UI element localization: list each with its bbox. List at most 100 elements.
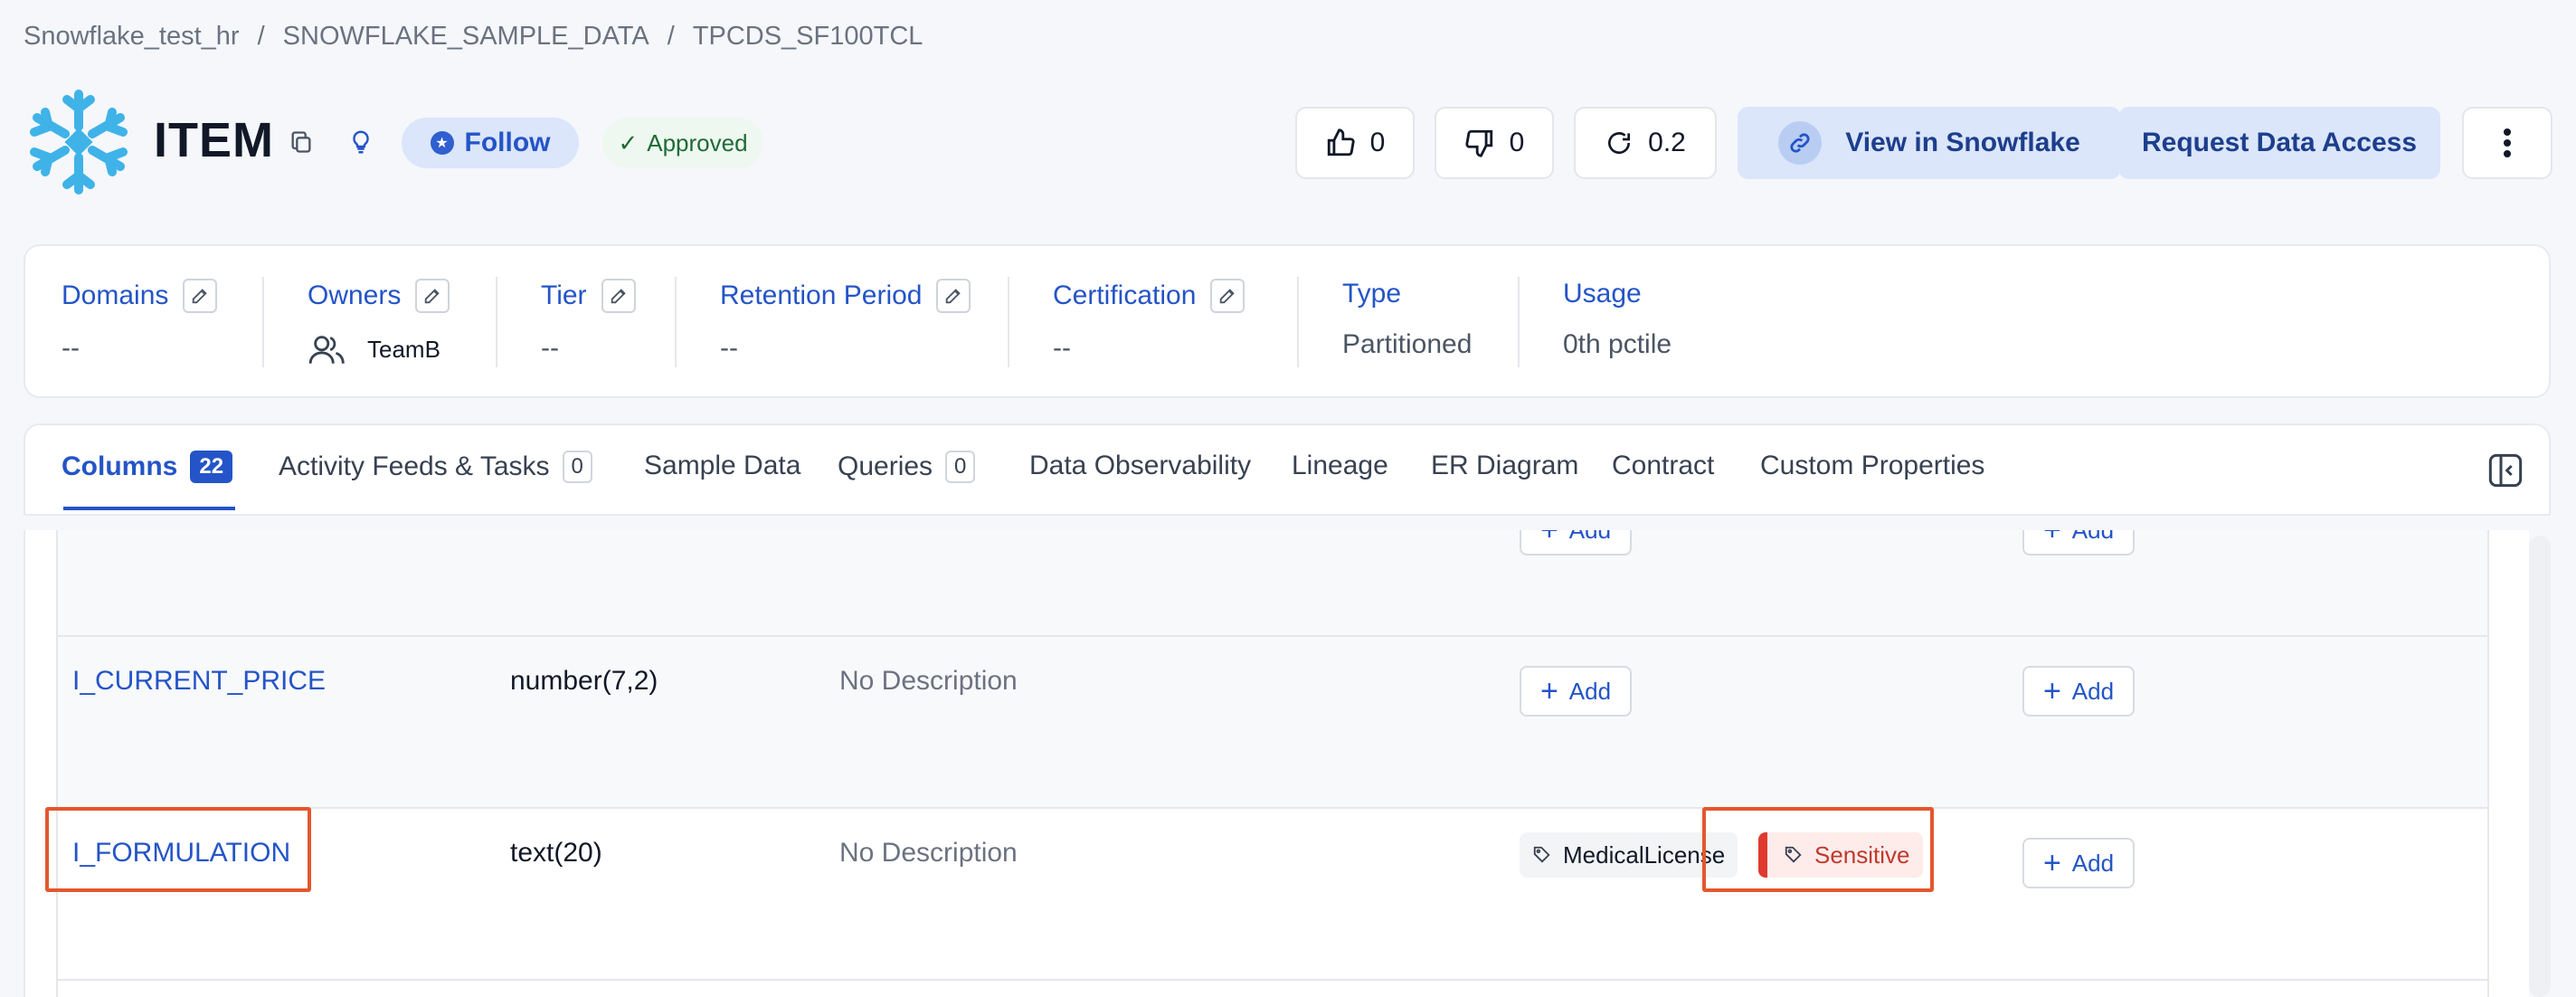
table-row: I_CURRENT_PRICE number(7,2) No Descripti…	[58, 637, 2487, 809]
column-name-link[interactable]: I_CURRENT_PRICE	[72, 666, 326, 697]
breadcrumb-item-service[interactable]: Snowflake_test_hr	[24, 22, 240, 52]
property-divider	[262, 277, 264, 367]
approved-badge: ✓ Approved	[602, 118, 763, 168]
breadcrumb-separator: /	[257, 22, 265, 51]
tab-contract[interactable]: Contract	[1612, 451, 1714, 481]
tab-label: Lineage	[1292, 451, 1388, 480]
owners-value[interactable]: TeamB	[308, 333, 450, 366]
add-label: Add	[2072, 530, 2114, 545]
tab-custom-properties[interactable]: Custom Properties	[1760, 451, 1984, 481]
properties-card: Domains -- Owners TeamB Tier -- Retentio…	[24, 244, 2551, 398]
property-divider	[675, 277, 677, 367]
domains-value: --	[62, 333, 80, 363]
approved-label: Approved	[647, 128, 748, 157]
owners-label: Owners	[308, 280, 402, 310]
edit-retention-icon[interactable]	[936, 279, 971, 313]
follow-label: Follow	[464, 128, 551, 157]
edit-owners-icon[interactable]	[415, 279, 450, 313]
version-button[interactable]: 0.2	[1574, 107, 1717, 179]
tag-label: MedicalLicense	[1563, 840, 1726, 869]
tab-label: Custom Properties	[1760, 451, 1985, 480]
breadcrumb-item-database[interactable]: SNOWFLAKE_SAMPLE_DATA	[283, 22, 649, 52]
tab-bar: Columns 22 Activity Feeds & Tasks 0 Samp…	[24, 423, 2551, 516]
certification-label: Certification	[1053, 280, 1197, 310]
columns-table: +Add +Add I_CURRENT_PRICE number(7,2) No…	[56, 530, 2489, 997]
tab-count-badge: 22	[190, 451, 233, 483]
vertical-dots-icon	[2504, 128, 2511, 157]
add-glossary-button[interactable]: +Add	[2022, 838, 2135, 888]
tier-label: Tier	[541, 280, 587, 310]
domains-label: Domains	[62, 280, 169, 310]
add-tag-button[interactable]: +Add	[1520, 666, 1632, 717]
property-divider	[1518, 277, 1520, 367]
usage-value: 0th pctile	[1563, 329, 1672, 359]
owners-property: Owners TeamB	[308, 279, 450, 366]
entity-header: ITEM ★ Follow ✓ Approved 0 0 0.2 View in…	[24, 87, 2552, 199]
tab-label: ER Diagram	[1431, 451, 1579, 480]
tab-count-badge: 0	[945, 451, 976, 483]
view-in-snowflake-button[interactable]: View in Snowflake	[1738, 107, 2121, 179]
request-data-access-button[interactable]: Request Data Access	[2118, 107, 2440, 179]
tab-sample-data[interactable]: Sample Data	[644, 451, 800, 481]
copy-icon[interactable]	[284, 125, 318, 159]
more-options-button[interactable]	[2462, 107, 2552, 179]
column-description: No Description	[839, 838, 1018, 868]
edit-certification-icon[interactable]	[1210, 279, 1245, 313]
tag-icon	[1533, 846, 1550, 863]
thumbs-down-icon	[1465, 129, 1492, 157]
certification-property: Certification --	[1053, 279, 1245, 364]
follow-button[interactable]: ★ Follow	[402, 118, 579, 168]
column-data-type: text(20)	[510, 838, 602, 868]
tab-count-badge: 0	[562, 451, 592, 483]
breadcrumb: Snowflake_test_hr / SNOWFLAKE_SAMPLE_DAT…	[24, 22, 923, 52]
retention-period-property: Retention Period --	[720, 279, 971, 364]
tab-label: Data Observability	[1029, 451, 1252, 480]
breadcrumb-item-schema[interactable]: TPCDS_SF100TCL	[693, 22, 923, 52]
link-icon	[1778, 121, 1823, 165]
breadcrumb-separator: /	[667, 22, 675, 51]
team-icon	[308, 336, 345, 364]
retention-period-value: --	[720, 333, 738, 363]
like-button[interactable]: 0	[1295, 107, 1415, 179]
dislike-count: 0	[1509, 128, 1525, 157]
tier-value: --	[541, 333, 559, 363]
table-row: I_FORMULATION text(20) No Description Me…	[58, 809, 2487, 981]
tab-data-observability[interactable]: Data Observability	[1029, 451, 1251, 481]
tab-queries[interactable]: Queries 0	[838, 451, 976, 483]
add-label: Add	[2071, 677, 2115, 705]
snowflake-logo-icon	[30, 90, 128, 195]
tab-label: Sample Data	[644, 451, 801, 480]
usage-label: Usage	[1563, 279, 1642, 309]
add-glossary-button[interactable]: +Add	[2022, 530, 2135, 555]
usage-property: Usage 0th pctile	[1563, 279, 1672, 360]
property-divider	[1008, 277, 1009, 367]
refresh-icon	[1608, 132, 1631, 155]
thumbs-up-icon	[1327, 128, 1355, 157]
tab-activity-feeds[interactable]: Activity Feeds & Tasks 0	[279, 451, 592, 483]
tab-er-diagram[interactable]: ER Diagram	[1431, 451, 1578, 481]
tab-label: Queries	[838, 451, 933, 481]
dislike-button[interactable]: 0	[1435, 107, 1554, 179]
columns-table-container: +Add +Add I_CURRENT_PRICE number(7,2) No…	[24, 530, 2529, 997]
collapse-panel-icon[interactable]	[2487, 452, 2524, 489]
like-count: 0	[1369, 128, 1386, 157]
highlight-column-name	[45, 807, 311, 892]
type-property: Type Partitioned	[1342, 279, 1472, 360]
tab-columns[interactable]: Columns 22	[62, 451, 233, 483]
tab-label: Contract	[1612, 451, 1715, 480]
add-glossary-button[interactable]: +Add	[2022, 666, 2135, 717]
tier-property: Tier --	[541, 279, 636, 364]
edit-domains-icon[interactable]	[183, 279, 218, 313]
add-tag-button[interactable]: +Add	[1520, 530, 1632, 555]
owner-name: TeamB	[367, 335, 440, 363]
tab-label: Activity Feeds & Tasks	[279, 451, 550, 481]
version-number: 0.2	[1648, 128, 1686, 157]
entity-title: ITEM	[154, 113, 274, 167]
retention-period-label: Retention Period	[720, 280, 923, 310]
tab-lineage[interactable]: Lineage	[1292, 451, 1388, 481]
edit-tier-icon[interactable]	[601, 279, 636, 313]
lightbulb-icon[interactable]	[344, 125, 378, 159]
add-label: Add	[1569, 530, 1611, 545]
vertical-scrollbar[interactable]	[2529, 536, 2551, 997]
type-value: Partitioned	[1342, 329, 1473, 359]
